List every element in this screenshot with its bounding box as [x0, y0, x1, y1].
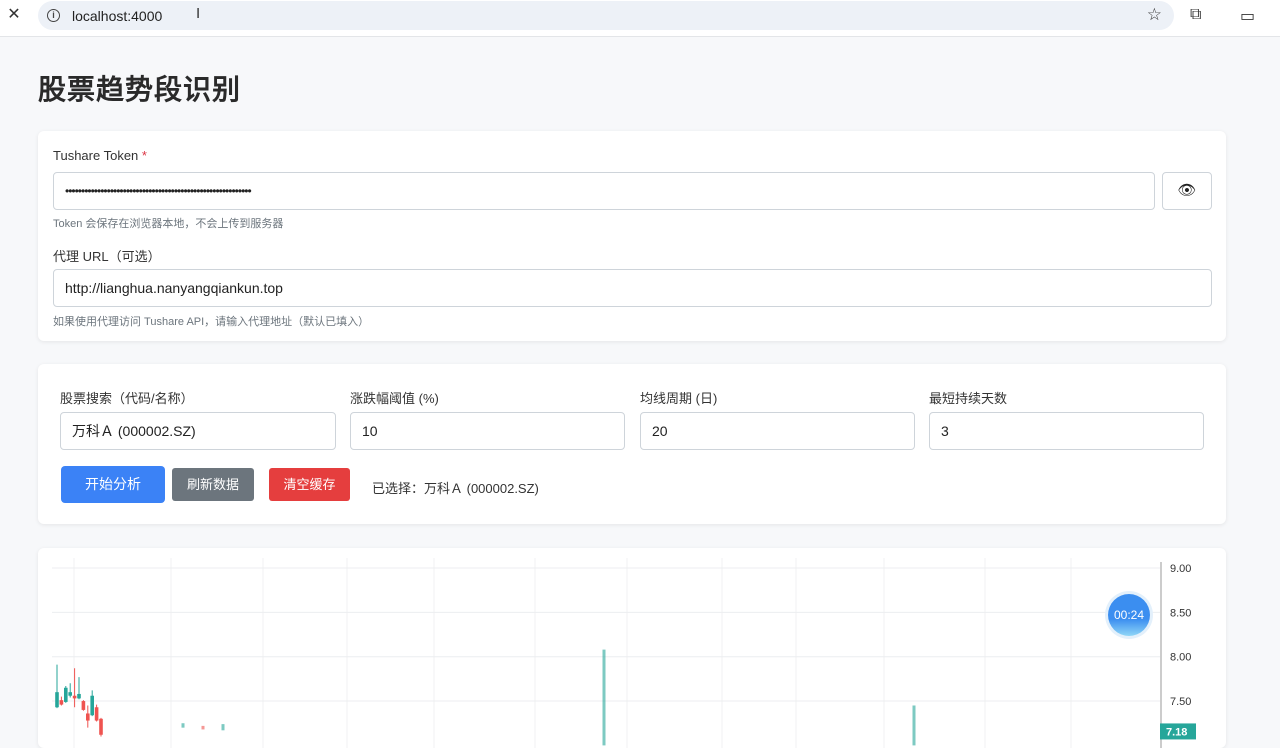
bookmark-star-icon[interactable]: ☆: [1147, 5, 1162, 25]
extensions-icon[interactable]: ⧉: [1190, 6, 1201, 24]
address-bar[interactable]: i localhost:4000 I ☆: [38, 1, 1174, 30]
clear-cache-button[interactable]: 清空缓存: [269, 468, 350, 501]
min-days-input[interactable]: 3: [929, 412, 1204, 450]
y-tick-label: 8.00: [1170, 652, 1191, 664]
proxy-hint: 如果使用代理访问 Tushare API，请输入代理地址（默认已填入）: [53, 316, 370, 328]
stock-search-input[interactable]: 万科Ａ (000002.SZ): [60, 412, 336, 450]
chart-card: 9.00 8.50 8.00 7.50 7.18 00:24: [38, 548, 1226, 748]
refresh-data-button[interactable]: 刷新数据: [172, 468, 254, 501]
proxy-url-input[interactable]: http://lianghua.nanyangqiankun.top: [53, 269, 1212, 307]
candle-body: [68, 692, 72, 696]
candle: [201, 725, 205, 730]
candle-body: [90, 695, 94, 716]
token-input[interactable]: ••••••••••••••••••••••••••••••••••••••••…: [53, 172, 1155, 210]
stock-search-label: 股票搜索（代码/名称）: [60, 391, 194, 406]
candle-body: [81, 701, 86, 710]
toggle-visibility-button[interactable]: 👁: [1162, 172, 1212, 210]
timer-badge[interactable]: 00:24: [1108, 594, 1150, 636]
close-icon[interactable]: ✕: [6, 6, 22, 24]
candlestick-chart[interactable]: 9.00 8.50 8.00 7.50 7.18: [38, 548, 1226, 748]
threshold-input[interactable]: 10: [350, 412, 625, 450]
candle-body: [86, 713, 90, 721]
candle-body: [77, 693, 81, 699]
candle-body: [94, 707, 99, 721]
candle: [602, 649, 606, 746]
y-tick-label: 9.00: [1170, 563, 1191, 575]
config-card: Tushare Token * ••••••••••••••••••••••••…: [38, 131, 1226, 341]
token-label: Tushare Token *: [53, 148, 147, 163]
candle-body: [64, 687, 68, 702]
ma-period-label: 均线周期 (日): [640, 391, 718, 406]
page-title: 股票趋势段识别: [38, 74, 242, 105]
candle: [912, 705, 916, 746]
candle-body: [59, 700, 64, 705]
cast-icon[interactable]: ▭: [1240, 6, 1255, 26]
url-text[interactable]: localhost:4000: [72, 8, 162, 24]
text-cursor-icon: I: [196, 5, 201, 22]
eye-icon: 👁: [1177, 182, 1197, 199]
candle-body: [55, 692, 59, 708]
candle: [181, 723, 185, 728]
browser-toolbar: ✕ i localhost:4000 I ☆ ⧉ ▭: [0, 0, 1280, 37]
start-analysis-button[interactable]: 开始分析: [61, 466, 165, 503]
candle-body: [72, 695, 77, 699]
y-tick-label: 8.50: [1170, 607, 1191, 619]
params-card: 股票搜索（代码/名称） 万科Ａ (000002.SZ) 涨跌幅阈值 (%) 10…: [38, 364, 1226, 524]
token-label-text: Tushare Token: [53, 148, 139, 163]
min-days-label: 最短持续天数: [929, 391, 1008, 406]
y-tick-label: 7.50: [1170, 696, 1191, 708]
last-price-label: 7.18: [1166, 726, 1187, 738]
candle-body: [99, 718, 103, 735]
required-mark: *: [141, 148, 147, 163]
ma-period-input[interactable]: 20: [640, 412, 915, 450]
proxy-label: 代理 URL（可选）: [53, 249, 161, 264]
threshold-label: 涨跌幅阈值 (%): [350, 391, 439, 406]
candle: [221, 724, 225, 731]
selected-stock-text: 已选择：万科Ａ (000002.SZ): [372, 481, 539, 496]
token-hint: Token 会保存在浏览器本地，不会上传到服务器: [53, 218, 284, 230]
site-info-icon[interactable]: i: [47, 9, 60, 22]
